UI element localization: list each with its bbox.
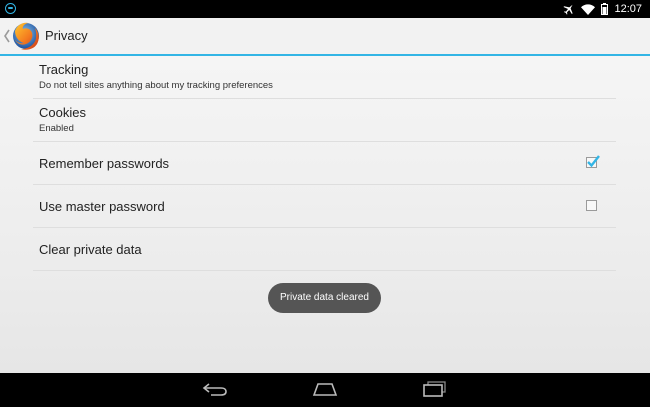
notification-icon xyxy=(5,3,16,14)
checkmark-icon xyxy=(587,155,600,168)
remember-passwords-checkbox[interactable] xyxy=(586,155,600,168)
setting-title: Cookies xyxy=(39,105,86,120)
setting-title: Remember passwords xyxy=(39,156,170,171)
setting-cookies[interactable]: Cookies Enabled xyxy=(33,99,616,142)
settings-list: Tracking Do not tell sites anything abou… xyxy=(33,56,616,271)
toast-message: Private data cleared xyxy=(268,283,381,313)
page-title: Privacy xyxy=(45,28,88,43)
master-password-checkbox[interactable] xyxy=(586,200,597,211)
battery-icon xyxy=(601,3,609,15)
setting-remember-passwords[interactable]: Remember passwords xyxy=(33,142,616,185)
status-time: 12:07 xyxy=(614,3,642,15)
setting-title: Tracking xyxy=(39,62,89,77)
status-icons: 12:07 xyxy=(563,2,642,16)
back-icon[interactable] xyxy=(202,381,228,397)
airplane-icon xyxy=(563,4,574,15)
home-icon[interactable] xyxy=(312,381,338,397)
setting-summary: Do not tell sites anything about my trac… xyxy=(39,80,273,91)
setting-clear-private-data[interactable]: Clear private data xyxy=(33,228,616,271)
setting-title: Use master password xyxy=(39,199,165,214)
firefox-logo[interactable] xyxy=(10,20,42,52)
app-content: Privacy Tracking Do not tell sites anyth… xyxy=(0,18,650,373)
setting-summary: Enabled xyxy=(39,123,74,134)
action-bar: Privacy xyxy=(0,18,650,56)
setting-title: Clear private data xyxy=(39,242,142,257)
setting-tracking[interactable]: Tracking Do not tell sites anything abou… xyxy=(33,56,616,99)
recent-apps-icon[interactable] xyxy=(422,381,448,397)
setting-master-password[interactable]: Use master password xyxy=(33,185,616,228)
nav-bar xyxy=(0,373,650,407)
status-bar: 12:07 xyxy=(0,0,650,18)
wifi-icon xyxy=(581,3,596,15)
